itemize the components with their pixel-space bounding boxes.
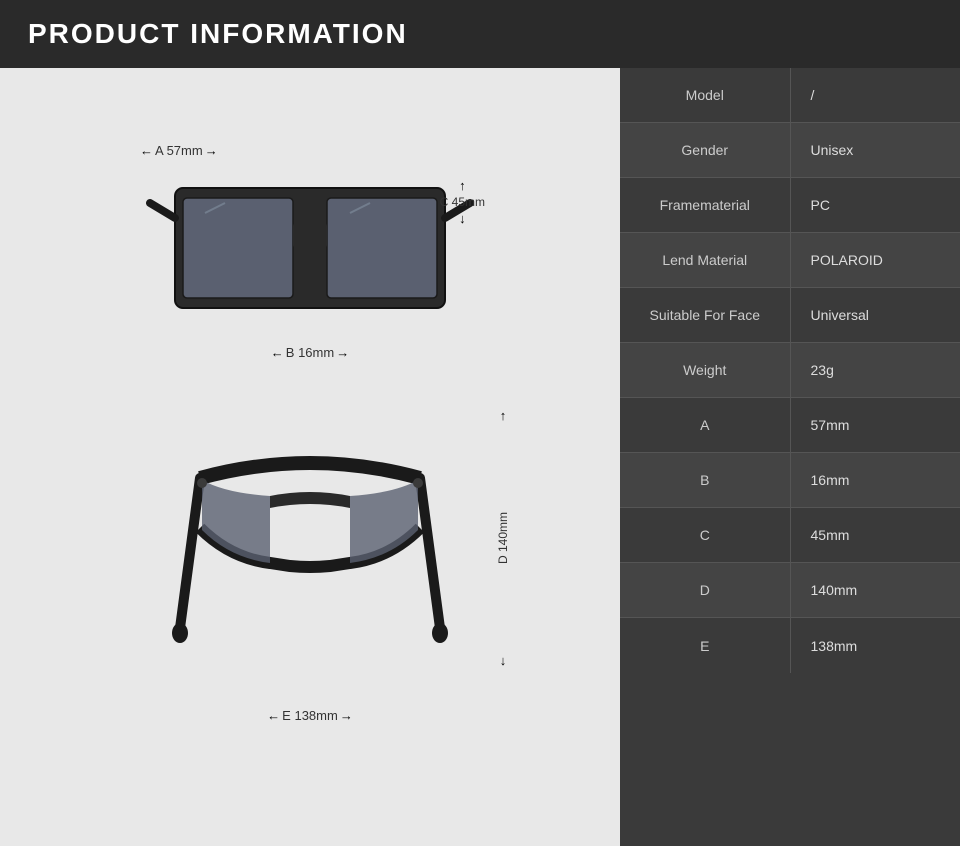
header: PRODUCT INFORMATION: [0, 0, 960, 68]
measurement-b-area: ← B 16mm →: [271, 345, 349, 360]
spec-val-8: 45mm: [791, 515, 960, 555]
front-view-area: ← A 57mm →: [80, 88, 540, 388]
measurement-e-label: E 138mm: [282, 708, 338, 723]
spec-row-6: A57mm: [620, 398, 960, 453]
spec-val-7: 16mm: [791, 460, 960, 500]
measurement-a-arrow: ← A 57mm →: [140, 143, 218, 158]
spec-key-7: B: [620, 460, 790, 500]
measurement-a-label: A 57mm: [155, 143, 203, 158]
spec-key-8: C: [620, 515, 790, 555]
spec-val-3: POLAROID: [791, 240, 960, 280]
spec-val-2: PC: [791, 185, 960, 225]
spec-key-10: E: [620, 626, 790, 666]
content: ← A 57mm →: [0, 68, 960, 846]
spec-val-5: 23g: [791, 350, 960, 390]
measurement-d-label: D 140mm: [496, 512, 510, 564]
front-view-glasses: [145, 148, 475, 348]
measurement-d-area: ↑ D 140mm ↓: [496, 408, 510, 668]
spec-key-0: Model: [620, 75, 790, 115]
left-panel: ← A 57mm →: [0, 68, 620, 846]
bottom-view-area: ↑ D 140mm ↓ ← E 138mm →: [80, 388, 540, 728]
spec-val-10: 138mm: [791, 626, 960, 666]
spec-key-6: A: [620, 405, 790, 445]
spec-val-0: /: [791, 75, 960, 115]
measurement-b-label: B 16mm: [286, 345, 334, 360]
spec-key-1: Gender: [620, 130, 790, 170]
spec-row-4: Suitable For FaceUniversal: [620, 288, 960, 343]
spec-row-9: D140mm: [620, 563, 960, 618]
spec-val-4: Universal: [791, 295, 960, 335]
spec-row-0: Model/: [620, 68, 960, 123]
spec-val-1: Unisex: [791, 130, 960, 170]
page-title: PRODUCT INFORMATION: [28, 18, 408, 50]
spec-key-9: D: [620, 570, 790, 610]
top-view-glasses: [150, 418, 470, 698]
spec-row-10: E138mm: [620, 618, 960, 673]
spec-key-3: Lend Material: [620, 240, 790, 280]
measurement-c-area: ↑ C 45mm ↓: [440, 178, 485, 226]
spec-val-6: 57mm: [791, 405, 960, 445]
spec-row-3: Lend MaterialPOLAROID: [620, 233, 960, 288]
measurement-c-label: C 45mm: [440, 195, 485, 209]
page: PRODUCT INFORMATION ← A 57mm →: [0, 0, 960, 846]
spec-row-8: C45mm: [620, 508, 960, 563]
spec-row-5: Weight23g: [620, 343, 960, 398]
specs-table: Model/GenderUnisexFramematerialPCLend Ma…: [620, 68, 960, 846]
spec-key-4: Suitable For Face: [620, 295, 790, 335]
spec-val-9: 140mm: [791, 570, 960, 610]
spec-row-2: FramematerialPC: [620, 178, 960, 233]
spec-key-2: Framematerial: [620, 185, 790, 225]
spec-key-5: Weight: [620, 350, 790, 390]
spec-row-1: GenderUnisex: [620, 123, 960, 178]
measurement-e-area: ← E 138mm →: [267, 708, 353, 723]
spec-row-7: B16mm: [620, 453, 960, 508]
